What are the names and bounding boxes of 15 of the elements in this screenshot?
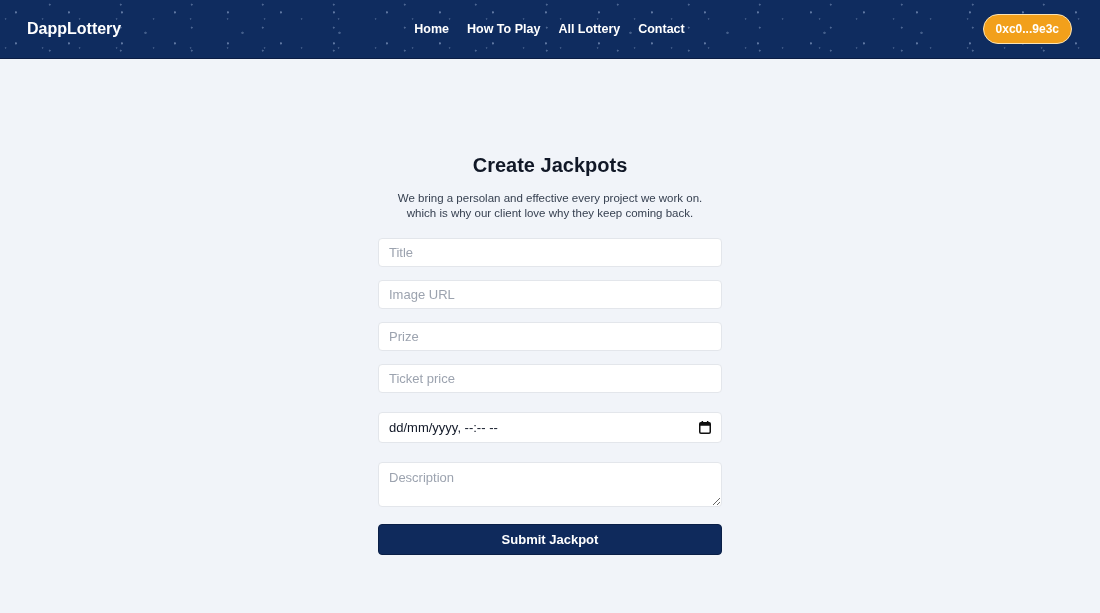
nav-link[interactable]: How To Play [467, 22, 541, 36]
description-field[interactable]: Description [378, 462, 722, 507]
date-time-field[interactable]: dd/mm/yyyy, --:-- -- [378, 412, 722, 443]
submit-button[interactable]: Submit Jackpot [378, 524, 722, 555]
form-title: Create Jackpots [472, 153, 628, 178]
form-description: We bring a persolan and effective every project we work on. which is why our client love why they keep coming back. [397, 191, 703, 221]
input-field[interactable]: Prize [378, 322, 722, 351]
input-field[interactable]: Ticket price [378, 364, 722, 393]
nav-link[interactable]: Contact [638, 22, 685, 36]
input-field[interactable]: Image URL [378, 280, 722, 309]
calendar-icon[interactable] [699, 421, 711, 434]
logo-link[interactable]: DappLottery [27, 20, 122, 38]
nav-link[interactable]: Home [414, 22, 449, 36]
input-field[interactable]: Title [378, 238, 722, 267]
nav-link[interactable]: All Lottery [558, 22, 621, 36]
